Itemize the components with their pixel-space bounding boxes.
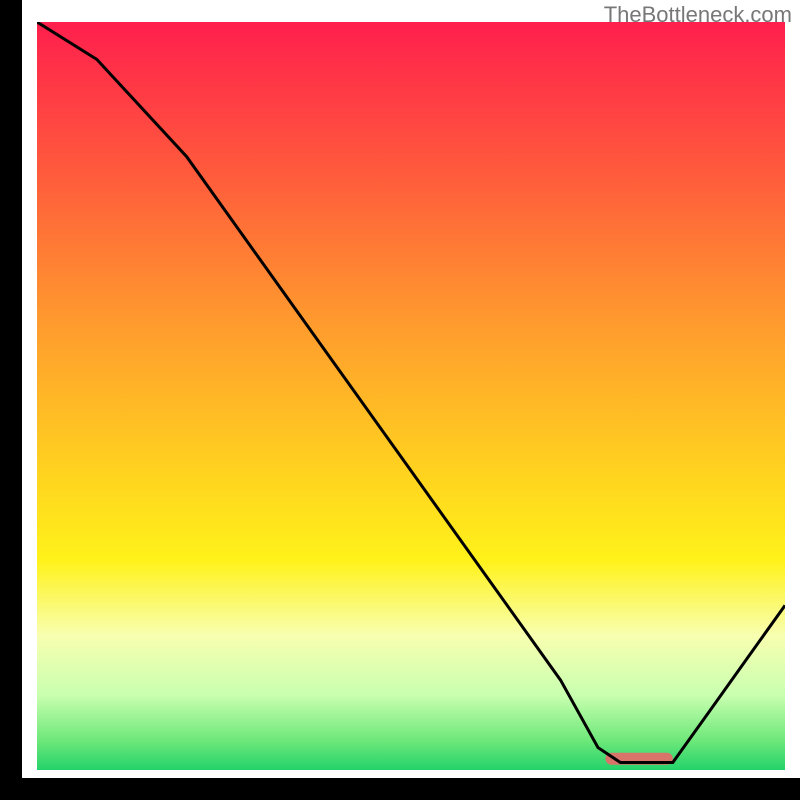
gradient-background [37, 22, 785, 770]
watermark-text: TheBottleneck.com [604, 2, 792, 28]
x-axis [15, 778, 800, 785]
plot-area [37, 22, 785, 770]
y-axis [15, 0, 22, 785]
bottom-border [15, 785, 800, 800]
chart-container: TheBottleneck.com [15, 0, 800, 785]
chart-svg [37, 22, 785, 770]
